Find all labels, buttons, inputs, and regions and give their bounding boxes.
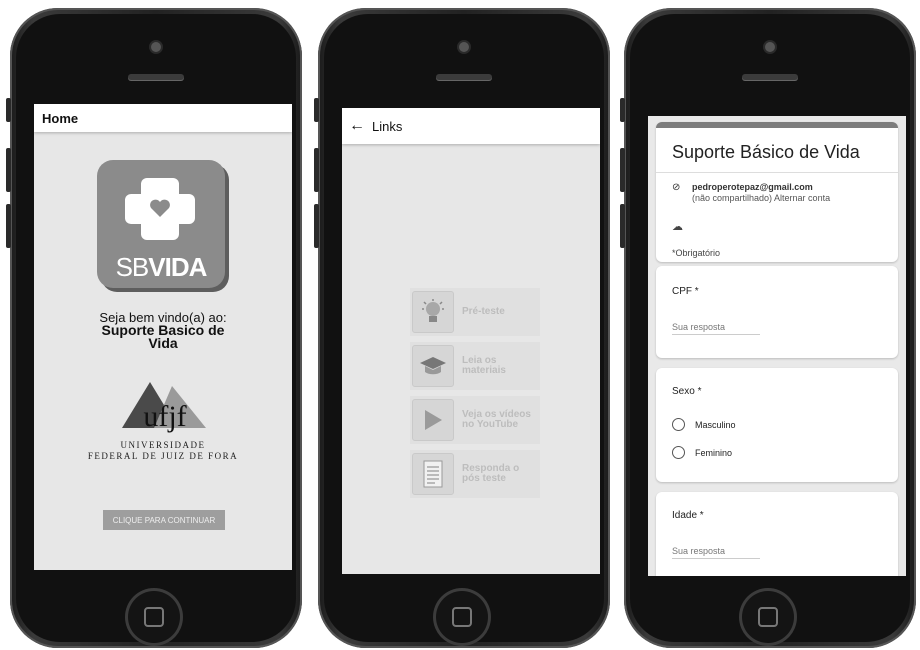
link-label: Leia os materiais (462, 355, 506, 376)
speaker-icon (128, 74, 184, 80)
link-pos-teste[interactable]: Responda o pós teste (410, 450, 540, 498)
form-title: Suporte Básico de Vida (672, 142, 860, 162)
link-label: Responda o pós teste (462, 463, 520, 484)
university-line: Universidade (120, 440, 206, 450)
svg-text:ufjf: ufjf (143, 400, 186, 433)
phone-links: ← Links Pré-teste Leia os materiais Veja… (314, 8, 610, 648)
side-button (6, 98, 11, 122)
form-screen: Suporte Básico de Vida ⊘ pedroperotepaz@… (648, 116, 906, 576)
home-screen: Home SBVIDA Seja bem vindo(a) ao: Suport… (34, 104, 292, 570)
divider (656, 172, 898, 173)
link-pre-teste[interactable]: Pré-teste (410, 288, 540, 336)
required-note: *Obrigatório (672, 248, 721, 258)
radio-button[interactable] (672, 418, 685, 431)
logo-text-light: SB (115, 252, 150, 282)
logo-text: SBVIDA (97, 252, 225, 283)
speaker-icon (436, 74, 492, 80)
speaker-icon (742, 74, 798, 80)
form-header-card: Suporte Básico de Vida ⊘ pedroperotepaz@… (656, 122, 898, 262)
question-label: Idade * (672, 510, 704, 521)
cpf-input[interactable]: Sua resposta (672, 322, 760, 335)
side-button (620, 204, 625, 248)
heart-icon (150, 199, 170, 217)
home-button[interactable] (128, 591, 180, 643)
question-sexo: Sexo * Masculino Feminino (656, 368, 898, 482)
radio-masculino[interactable]: Masculino (672, 418, 736, 431)
link-youtube[interactable]: Veja os vídeos no YouTube (410, 396, 540, 444)
links-screen: ← Links Pré-teste Leia os materiais Veja… (342, 108, 600, 574)
question-label: CPF * (672, 286, 699, 297)
radio-label: Feminino (695, 447, 733, 458)
document-icon (412, 453, 454, 495)
phone-home: Home SBVIDA Seja bem vindo(a) ao: Suport… (6, 8, 302, 648)
question-cpf: CPF * Sua resposta (656, 266, 898, 358)
ufjf-logo: ufjf (122, 382, 206, 433)
arrow-left-icon[interactable]: ← (342, 117, 372, 135)
continue-button[interactable]: CLIQUE PARA CONTINUAR (103, 510, 225, 530)
university-name: Universidade Federal de Juiz de Fora (34, 440, 292, 462)
switch-account-link[interactable]: (não compartilhado) Alternar conta (692, 193, 830, 204)
sbvida-logo: SBVIDA (97, 160, 225, 288)
university-line: Federal de Juiz de Fora (87, 451, 239, 461)
app-bar: ← Links (342, 108, 600, 144)
cloud-icon: ☁ (672, 221, 683, 233)
radio-feminino[interactable]: Feminino (672, 446, 732, 459)
side-button (620, 98, 625, 122)
idade-input[interactable]: Sua resposta (672, 546, 760, 559)
graduation-cap-icon (412, 345, 454, 387)
link-label: Veja os vídeos no YouTube (462, 409, 531, 430)
side-button (6, 148, 11, 192)
radio-button[interactable] (672, 446, 685, 459)
camera-icon (459, 42, 469, 52)
link-materiais[interactable]: Leia os materiais (410, 342, 540, 390)
home-button[interactable] (436, 591, 488, 643)
logo-text-bold: VIDA (148, 252, 207, 282)
camera-icon (151, 42, 161, 52)
account-info: ⊘ pedroperotepaz@gmail.com (não comparti… (672, 182, 830, 204)
lightbulb-icon (412, 291, 454, 333)
side-button (620, 148, 625, 192)
side-button (314, 204, 319, 248)
links-list: Pré-teste Leia os materiais Veja os vídeo… (410, 288, 540, 504)
home-button[interactable] (742, 591, 794, 643)
camera-icon (765, 42, 775, 52)
side-button (314, 148, 319, 192)
eye-off-icon: ⊘ (672, 182, 681, 193)
question-idade: Idade * Sua resposta (656, 492, 898, 576)
app-bar: Home (34, 104, 292, 132)
play-icon (412, 399, 454, 441)
welcome-text: Seja bem vindo(a) ao: Suporte Basico de … (34, 311, 292, 350)
phone-form: Suporte Básico de Vida ⊘ pedroperotepaz@… (620, 8, 916, 648)
welcome-line: Vida (148, 335, 178, 351)
page-title: Home (42, 110, 79, 126)
radio-label: Masculino (695, 419, 736, 430)
question-label: Sexo * (672, 386, 702, 397)
side-button (314, 98, 319, 122)
link-label: Pré-teste (462, 306, 505, 317)
account-email: pedroperotepaz@gmail.com (692, 182, 813, 192)
page-title: Links (372, 118, 403, 134)
side-button (6, 204, 11, 248)
